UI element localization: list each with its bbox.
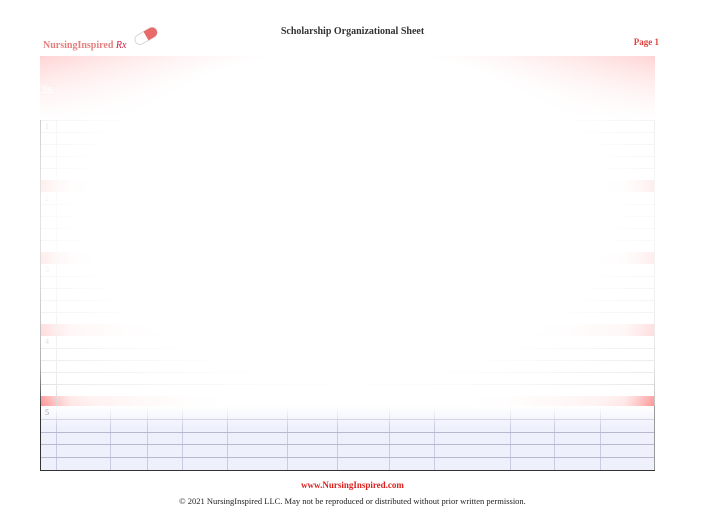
row-separator [40,180,655,192]
table-row [40,144,655,145]
table-bottom-border [40,470,655,471]
table-row [40,216,655,217]
table-row [40,372,655,373]
page-number: Page 1 [633,37,659,47]
table-row [40,228,655,229]
row-number: 4 [45,337,49,346]
website-link[interactable]: www.NursingInspired.com [0,480,705,490]
table-row [40,300,655,301]
table-row [40,240,655,241]
number-column-divider [56,120,57,406]
table-row [40,384,655,385]
pill-icon [134,27,158,45]
table-right-border [654,120,655,406]
row-number: 1 [45,122,49,131]
table-row [40,288,655,289]
row-block-5: 5 [40,406,655,471]
copyright-notice: © 2021 NursingInspired LLC. May not be r… [179,496,526,506]
table-row [40,360,655,361]
row-number: 3 [45,265,49,274]
table-row [40,348,655,349]
table-row [40,204,655,205]
table-row [40,120,655,121]
page-title: Scholarship Organizational Sheet [280,26,425,37]
row-number: 2 [45,194,49,203]
table-row [40,168,655,169]
brand-suffix: Rx [115,40,127,51]
number-column-header: No. [42,84,54,93]
row-number: 5 [45,408,49,417]
table-row [40,276,655,277]
table-row [40,156,655,157]
row-separator [40,324,655,336]
scholarship-table: No. 1 2 3 4 5 [40,56,655,471]
brand-name: NursingInspired [43,40,114,51]
table-row [40,132,655,133]
table-row [40,312,655,313]
table-left-border [40,120,41,406]
row-separator [40,252,655,264]
brand-logo: NursingInspired Rx [43,40,126,51]
table-header: No. [40,56,655,120]
